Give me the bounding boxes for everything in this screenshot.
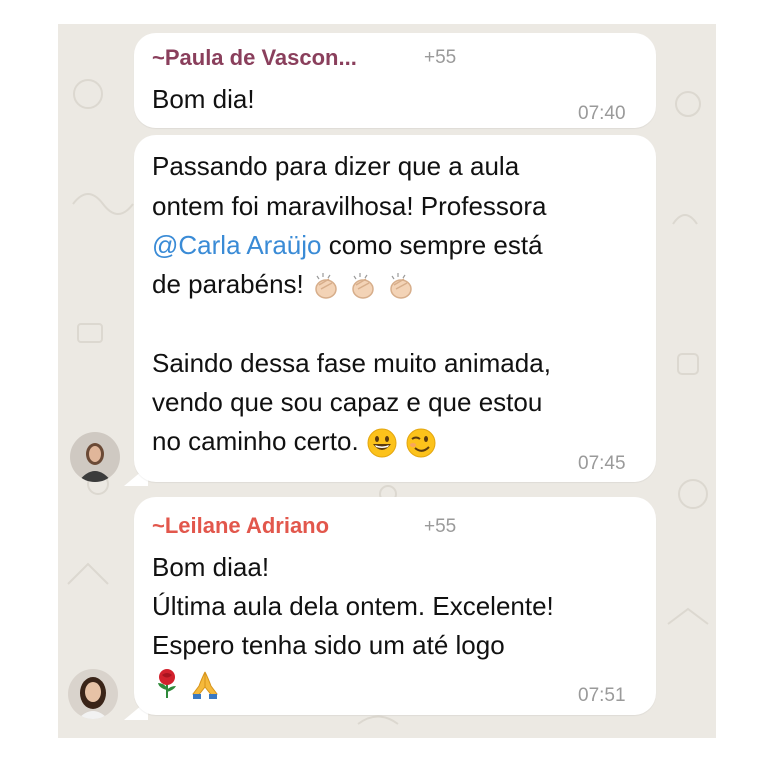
- message-text-line: no caminho certo.: [152, 426, 437, 459]
- chat-area: ~Paula de Vascon... +55 Bom dia! 07:40 P…: [58, 24, 716, 738]
- message-text-fragment: como sempre está: [321, 230, 543, 260]
- avatar-image: [68, 669, 118, 719]
- folded-hands-icon: [192, 671, 218, 700]
- avatar-image: [70, 432, 120, 482]
- message-time: 07:51: [578, 685, 626, 706]
- clapping-hands-icon: [389, 273, 412, 299]
- clapping-hands-icon: [352, 273, 375, 299]
- message-bubble[interactable]: ~Paula de Vascon... +55 Bom dia! 07:40: [134, 33, 656, 128]
- sender-name[interactable]: ~Paula de Vascon...: [152, 45, 357, 71]
- message-time: 07:40: [578, 103, 626, 124]
- message-text-line: Saindo dessa fase muito animada,: [152, 348, 551, 378]
- message-text-line: Última aula dela ontem. Excelente!: [152, 591, 554, 621]
- grinning-face-icon: [367, 428, 397, 458]
- message-text-line: @Carla Araüjo como sempre está: [152, 230, 543, 261]
- sender-name[interactable]: ~Leilane Adriano: [152, 513, 329, 539]
- clapping-hands-icon: [315, 273, 337, 299]
- message-text-line: ontem foi maravilhosa! Professora: [152, 191, 547, 221]
- avatar[interactable]: [68, 669, 118, 719]
- message-text-line: Bom diaa!: [152, 552, 270, 582]
- rose-icon: [158, 669, 176, 699]
- emoji-line: [152, 667, 221, 700]
- message-text-line: vendo que sou capaz e que estou: [152, 387, 543, 417]
- message-bubble[interactable]: ~Leilane Adriano +55 Bom diaa! Última au…: [134, 497, 656, 715]
- message-bubble[interactable]: Passando para dizer que a aula ontem foi…: [134, 135, 656, 482]
- sender-phone: +55: [424, 516, 457, 537]
- message-time: 07:45: [578, 453, 626, 474]
- avatar[interactable]: [70, 432, 120, 482]
- message-text-fragment: no caminho certo.: [152, 426, 359, 456]
- message-text-line: Espero tenha sido um até logo: [152, 630, 505, 660]
- mention-link[interactable]: @Carla Araüjo: [152, 230, 321, 260]
- sender-phone: +55: [424, 47, 457, 68]
- message-text-line: de parabéns!: [152, 269, 416, 301]
- message-text-fragment: de parabéns!: [152, 269, 304, 299]
- winking-face-icon: [406, 428, 436, 458]
- message-text: Bom dia!: [152, 84, 255, 114]
- message-text-line: Passando para dizer que a aula: [152, 151, 520, 181]
